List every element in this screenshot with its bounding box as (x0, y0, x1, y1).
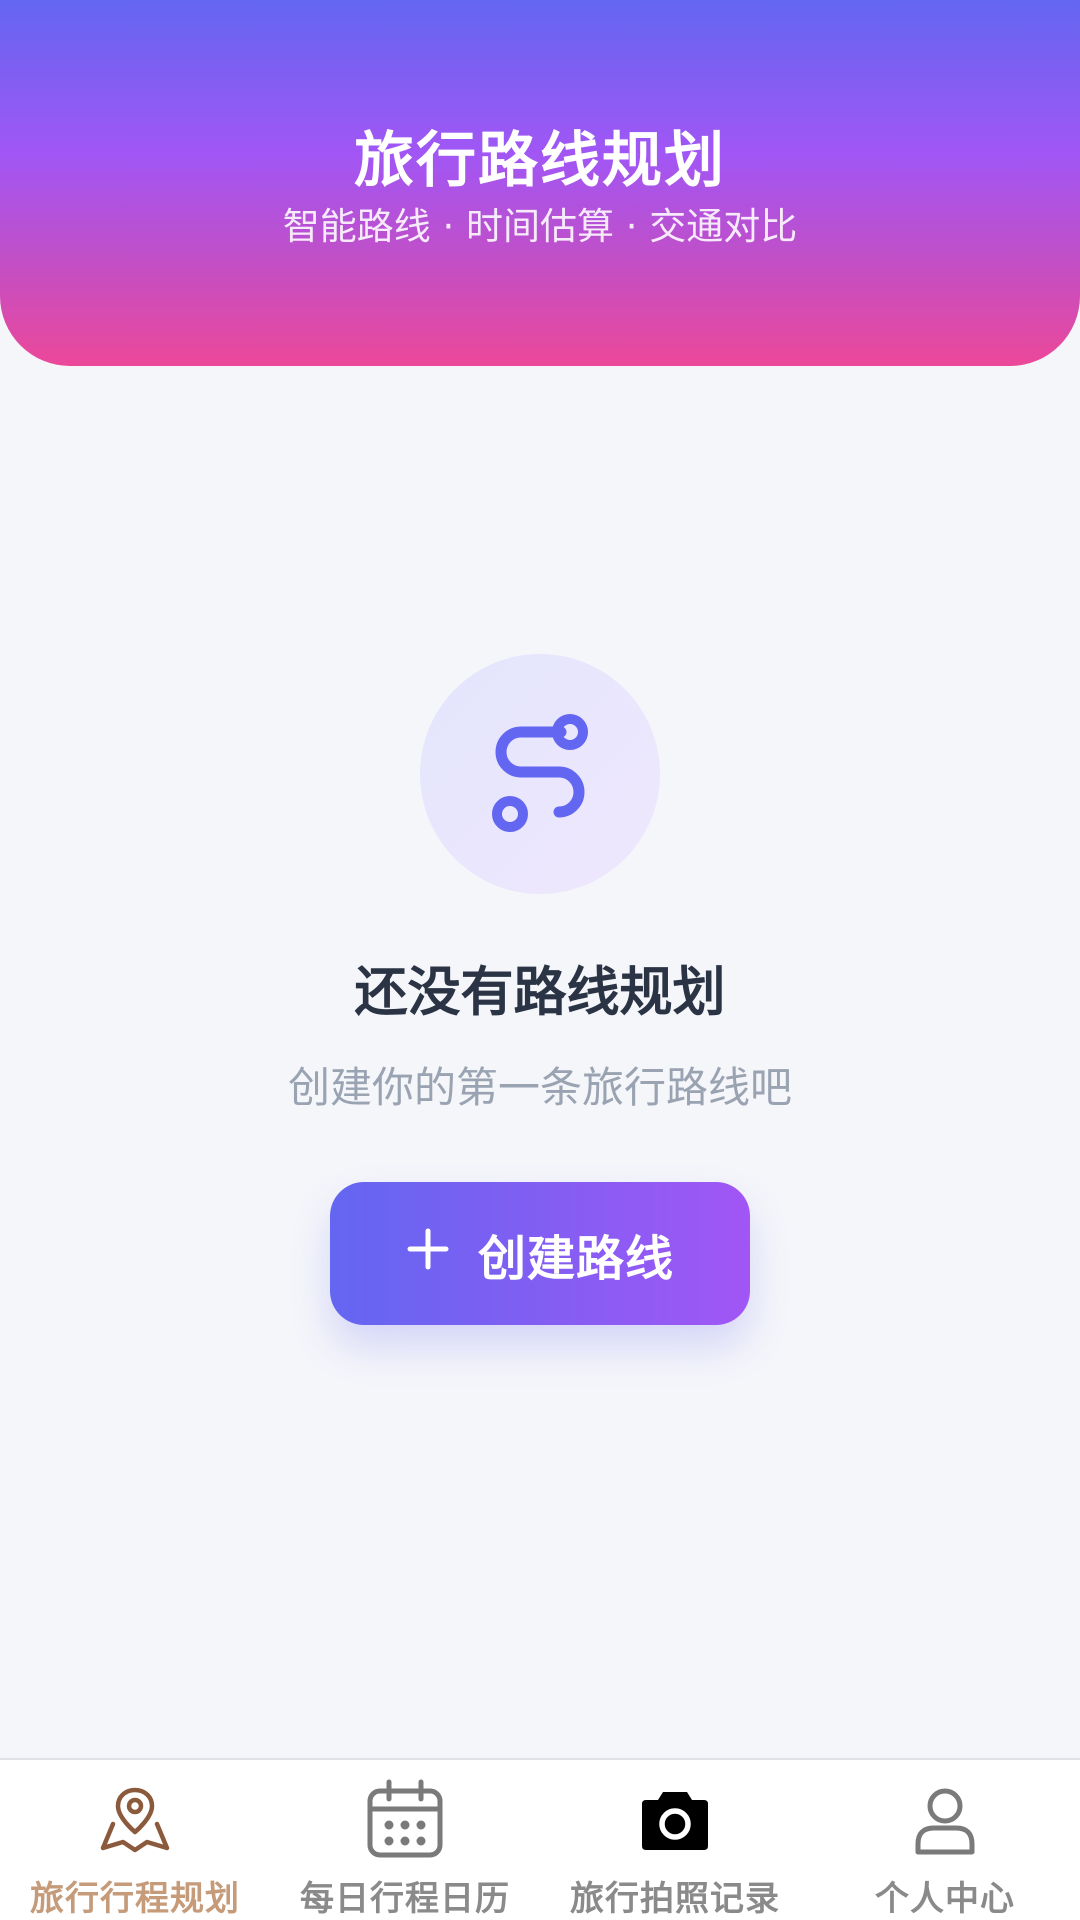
user-icon (910, 1778, 980, 1861)
bottom-nav: 旅行行程规划 每日行程日历 旅行拍照记录 个人中心 (0, 1758, 1080, 1920)
plus-icon (406, 1224, 450, 1280)
tab-label: 每日行程日历 (300, 1879, 510, 1919)
tab-daily-calendar[interactable]: 每日行程日历 (270, 1760, 540, 1920)
header: 旅行路线规划 智能路线 · 时间估算 · 交通对比 (0, 0, 1080, 366)
app-screen: 旅行路线规划 智能路线 · 时间估算 · 交通对比 还没有路线规划 创建你的第一… (0, 0, 1080, 1920)
tab-label: 旅行行程规划 (30, 1879, 240, 1919)
empty-state-title: 还没有路线规划 (354, 962, 726, 1023)
page-subtitle: 智能路线 · 时间估算 · 交通对比 (282, 205, 798, 248)
tab-profile[interactable]: 个人中心 (810, 1760, 1080, 1920)
page-title: 旅行路线规划 (354, 126, 726, 196)
camera-icon (636, 1778, 714, 1861)
route-icon (492, 714, 588, 832)
map-pin-icon (97, 1778, 173, 1861)
create-route-button[interactable]: 创建路线 (330, 1182, 750, 1325)
tab-photo-record[interactable]: 旅行拍照记录 (540, 1760, 810, 1920)
empty-state-icon-circle (420, 654, 660, 894)
tab-trip-planning[interactable]: 旅行行程规划 (0, 1760, 270, 1920)
calendar-icon (365, 1778, 445, 1861)
tab-label: 旅行拍照记录 (570, 1879, 780, 1919)
empty-state-description: 创建你的第一条旅行路线吧 (287, 1063, 792, 1112)
create-route-label: 创建路线 (477, 1232, 674, 1286)
tab-label: 个人中心 (875, 1879, 1015, 1919)
